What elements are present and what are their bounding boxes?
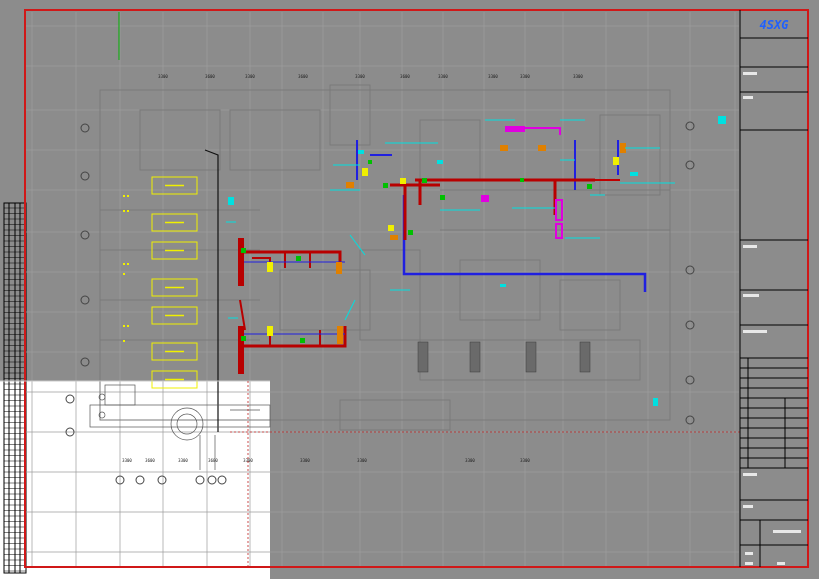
bottom-dimension-label: 3600 [208,458,218,463]
gray-background-upper [0,0,819,381]
bottom-dimension-label: 3600 [145,458,155,463]
top-dimension-label: 3300 [488,74,498,79]
bottom-dimension-label: 3300 [357,458,367,463]
uncovered-white-region [0,381,270,579]
cad-drawing-viewport[interactable]: 3300 3600 3300 3600 3300 3600 3300 3300 3300 3300… [0,0,819,579]
magenta-unit [505,126,525,132]
top-dimension-label: 3600 [205,74,215,79]
bottom-dimension-label: 3300 [465,458,475,463]
drawing-sheet: 3300 3600 3300 3600 3300 3600 3300 3300 3300 3300… [0,0,819,579]
bottom-dimension-label: 3300 [178,458,188,463]
bottom-dimension-label: 3300 [520,458,530,463]
top-dimension-label: 3300 [158,74,168,79]
bottom-dimension-label: 3300 [300,458,310,463]
top-dimension-label: 3300 [520,74,530,79]
top-dimension-label: 3300 [355,74,365,79]
top-dimension-label: 3600 [400,74,410,79]
company-logo: 4SXG [760,18,789,32]
bottom-dimension-label: 3300 [122,458,132,463]
top-dimension-label: 3600 [298,74,308,79]
top-dimension-label: 3300 [438,74,448,79]
top-dimension-label: 3300 [245,74,255,79]
top-dimension-label: 3300 [573,74,583,79]
gray-background-lower [270,381,819,579]
